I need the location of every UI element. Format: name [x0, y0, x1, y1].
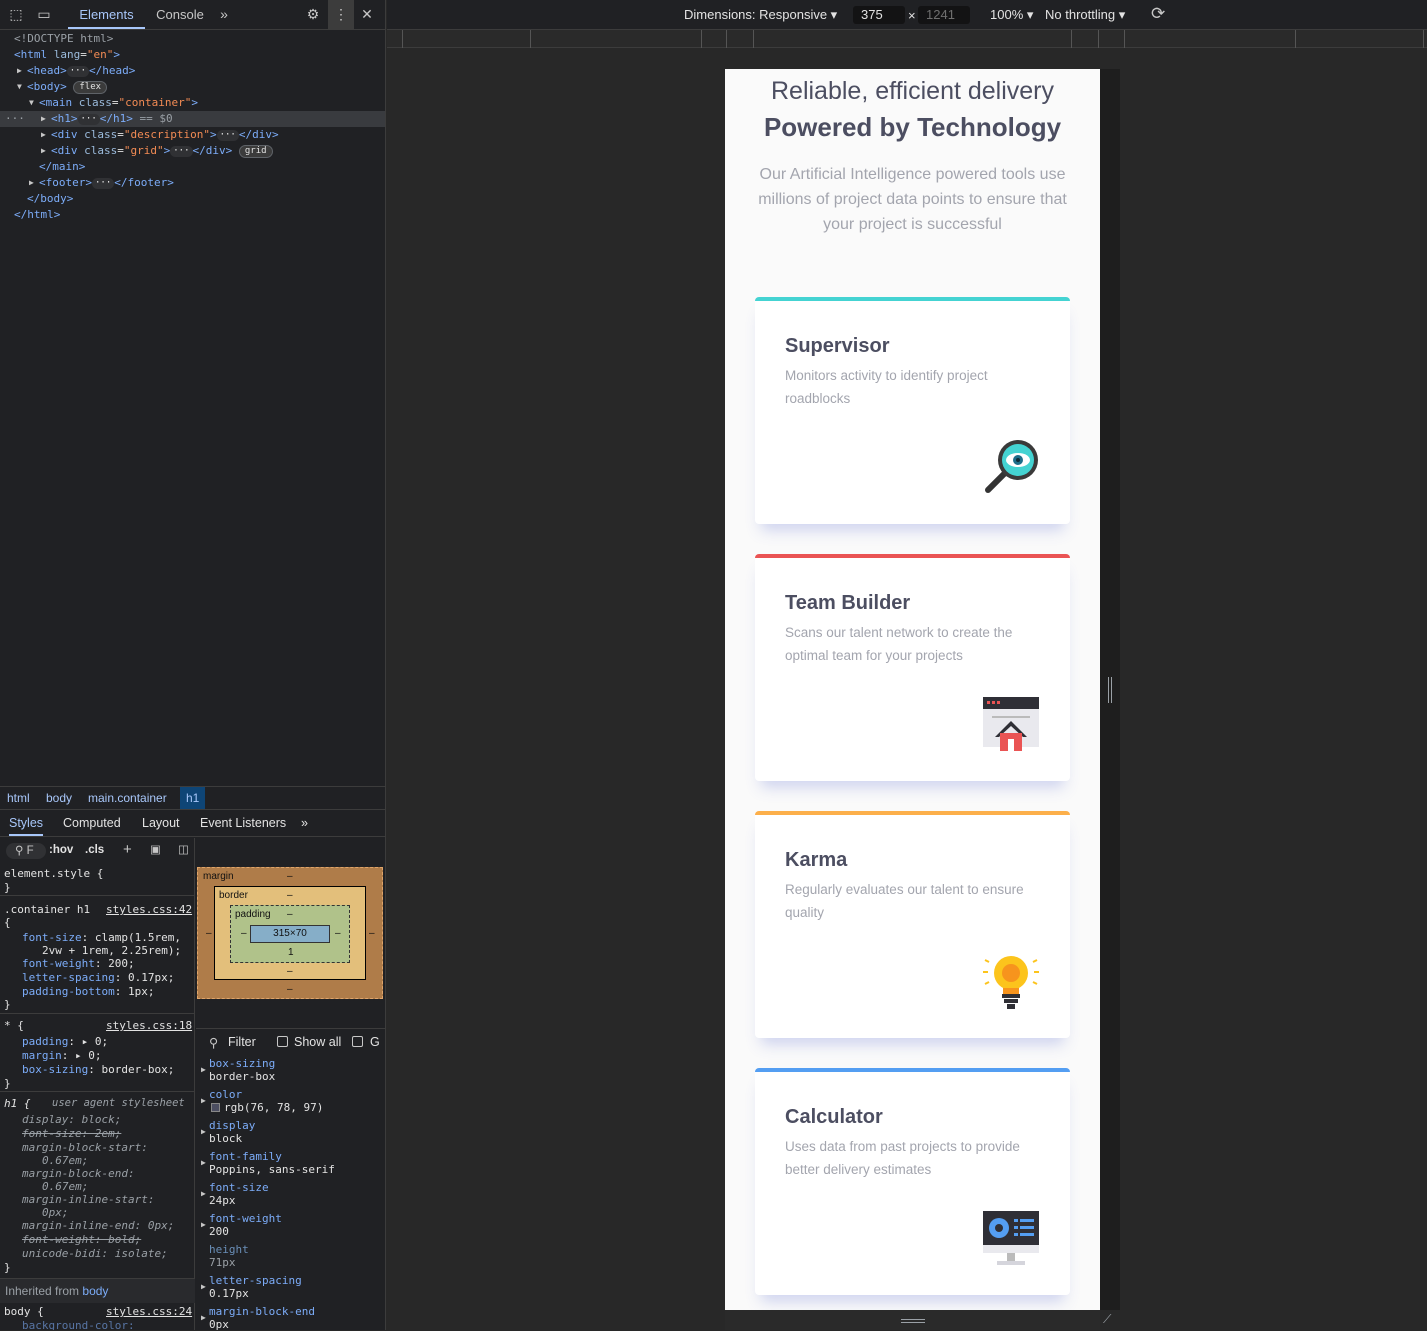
card-supervisor: Supervisor Monitors activity to identify…: [755, 297, 1070, 524]
height-input[interactable]: 1241: [918, 6, 970, 24]
dom-tree: <!DOCTYPE html> <html lang="en"> ▶ <head>…: [0, 31, 385, 223]
rotate-icon[interactable]: ⟳: [1151, 4, 1165, 24]
expand-arrow-icon[interactable]: ▶: [41, 111, 46, 127]
source-link[interactable]: styles.css:42: [106, 903, 192, 916]
element-style-rule[interactable]: element.style {: [4, 867, 103, 880]
source-link[interactable]: styles.css:18: [106, 1019, 192, 1032]
tab-styles[interactable]: Styles: [9, 811, 44, 836]
zoom-dropdown[interactable]: 100% ▾: [990, 7, 1033, 23]
throttling-dropdown[interactable]: No throttling ▾: [1045, 7, 1125, 23]
tree-line-main[interactable]: ▼ <main class="container">: [0, 95, 385, 111]
more-options-icon[interactable]: ⋮: [328, 0, 354, 29]
page-title: Reliable, efficient delivery: [770, 77, 1055, 105]
card-karma: Karma Regularly evaluates our talent to …: [755, 811, 1070, 1038]
settings-gear-icon[interactable]: ⚙: [304, 0, 322, 29]
card-text: Regularly evaluates our talent to ensure…: [785, 882, 1024, 920]
show-all-checkbox[interactable]: [277, 1036, 288, 1047]
more-tabs-icon[interactable]: »: [301, 816, 308, 830]
tree-line-h1-selected[interactable]: ··· ▶ <h1> ··· </h1> == $0: [0, 111, 385, 127]
card-title: Calculator: [785, 1106, 883, 1128]
box-model-content: 315×70: [250, 925, 330, 943]
tab-layout[interactable]: Layout: [142, 816, 180, 830]
card-title: Supervisor: [785, 335, 890, 357]
device-toolbar-icon[interactable]: ▭: [34, 0, 54, 29]
source-link[interactable]: styles.css:24: [106, 1305, 192, 1318]
inspect-element-icon[interactable]: ⬚: [8, 0, 24, 29]
devtools-panel: ⬚ ▭ Elements Console » ⚙ ⋮ ✕ <!DOCTYPE h…: [0, 0, 386, 1331]
dimension-separator: ×: [908, 8, 916, 23]
tree-line-grid[interactable]: ▶ <div class="grid"> ··· </div> grid: [0, 143, 385, 159]
tab-console[interactable]: Console: [150, 0, 210, 29]
filter-icon: ⚲: [209, 1036, 219, 1050]
expand-arrow-icon[interactable]: ▶: [17, 63, 22, 79]
box-model-diagram: margin – – – – border – – padding – – – …: [197, 867, 383, 999]
rule-selector[interactable]: * {: [4, 1019, 24, 1032]
tab-event-listeners[interactable]: Event Listeners: [200, 816, 286, 830]
styles-tabbar: Styles Computed Layout Event Listeners »: [0, 811, 385, 837]
dimensions-dropdown[interactable]: Dimensions: Responsive ▾: [684, 7, 837, 23]
breadcrumb-body[interactable]: body: [46, 791, 72, 805]
viewport-resize-edge[interactable]: [1100, 69, 1120, 1310]
resize-corner-icon[interactable]: ⟋: [1103, 1312, 1111, 1327]
card-team-builder: Team Builder Scans our talent network to…: [755, 554, 1070, 781]
card-text: Uses data from past projects to provide …: [785, 1139, 1020, 1177]
breadcrumb-main[interactable]: main.container: [88, 791, 167, 805]
computed-filter-bar: ⚲ Filter Show all G: [196, 1028, 385, 1054]
breadcrumb-html[interactable]: html: [7, 791, 30, 805]
tab-elements[interactable]: Elements: [68, 0, 145, 29]
grid-badge[interactable]: grid: [238, 144, 273, 158]
collapse-arrow-icon[interactable]: ▼: [29, 95, 34, 111]
width-input[interactable]: 375: [853, 6, 905, 24]
box-model-border: border – – padding – – – 1 315×70: [214, 886, 366, 980]
tree-line-doctype[interactable]: <!DOCTYPE html>: [0, 31, 385, 47]
tree-line-main-close[interactable]: </main>: [0, 159, 385, 175]
expand-arrow-icon[interactable]: ▶: [41, 127, 46, 143]
page-title-bold: Powered by Technology: [763, 112, 1062, 142]
tree-line-footer[interactable]: ▶ <footer> ··· </footer>: [0, 175, 385, 191]
page-description: Our Artificial Intelligence powered tool…: [758, 166, 1067, 233]
styles-rules: element.style { } .container h1 styles.c…: [0, 838, 195, 1330]
breadcrumb: html body main.container h1: [0, 786, 385, 810]
tree-line-html[interactable]: <html lang="en">: [0, 47, 385, 63]
expand-arrow-icon[interactable]: ▶: [29, 175, 34, 191]
more-tabs-icon[interactable]: »: [216, 0, 232, 29]
card-text: Monitors activity to identify project ro…: [785, 368, 988, 406]
team-builder-icon: [983, 697, 1039, 751]
computed-filter-input[interactable]: Filter: [228, 1035, 256, 1049]
devtools-tabbar: ⬚ ▭ Elements Console » ⚙ ⋮ ✕: [0, 0, 385, 30]
card-calculator: Calculator Uses data from past projects …: [755, 1068, 1070, 1295]
tab-computed[interactable]: Computed: [63, 816, 121, 830]
card-title: Team Builder: [785, 592, 911, 614]
tree-line-head[interactable]: ▶ <head> ··· </head>: [0, 63, 385, 79]
card-title: Karma: [785, 849, 848, 871]
karma-icon: [983, 956, 1039, 1009]
rule-selector[interactable]: body {: [4, 1305, 44, 1318]
viewport-bottom-handle[interactable]: ⟋: [725, 1310, 1111, 1330]
tree-line-body[interactable]: ▼ <body> flex: [0, 79, 385, 95]
box-model-padding: padding – – – 1 315×70: [230, 905, 350, 963]
tree-line-html-close[interactable]: </html>: [0, 207, 385, 223]
emulated-viewport: Reliable, efficient delivery Powered by …: [725, 69, 1100, 1310]
group-checkbox[interactable]: [352, 1036, 363, 1047]
rule-selector[interactable]: .container h1: [4, 903, 90, 916]
tree-line-description[interactable]: ▶ <div class="description"> ··· </div>: [0, 127, 385, 143]
inherited-header: Inherited from body: [0, 1278, 195, 1303]
device-toolbar: Dimensions: Responsive ▾ 375 × 1241 100%…: [387, 0, 1427, 30]
breadcrumb-h1[interactable]: h1: [180, 787, 206, 809]
supervisor-icon: [985, 440, 1038, 493]
media-query-ruler[interactable]: [387, 30, 1427, 48]
collapse-arrow-icon[interactable]: ▼: [17, 79, 22, 95]
tree-line-body-close[interactable]: </body>: [0, 191, 385, 207]
card-text: Scans our talent network to create the o…: [785, 625, 1013, 663]
flex-badge[interactable]: flex: [73, 80, 108, 94]
calculator-icon: [983, 1211, 1039, 1265]
expand-arrow-icon[interactable]: ▶: [41, 143, 46, 159]
close-icon[interactable]: ✕: [358, 0, 376, 29]
color-swatch[interactable]: [211, 1103, 220, 1112]
